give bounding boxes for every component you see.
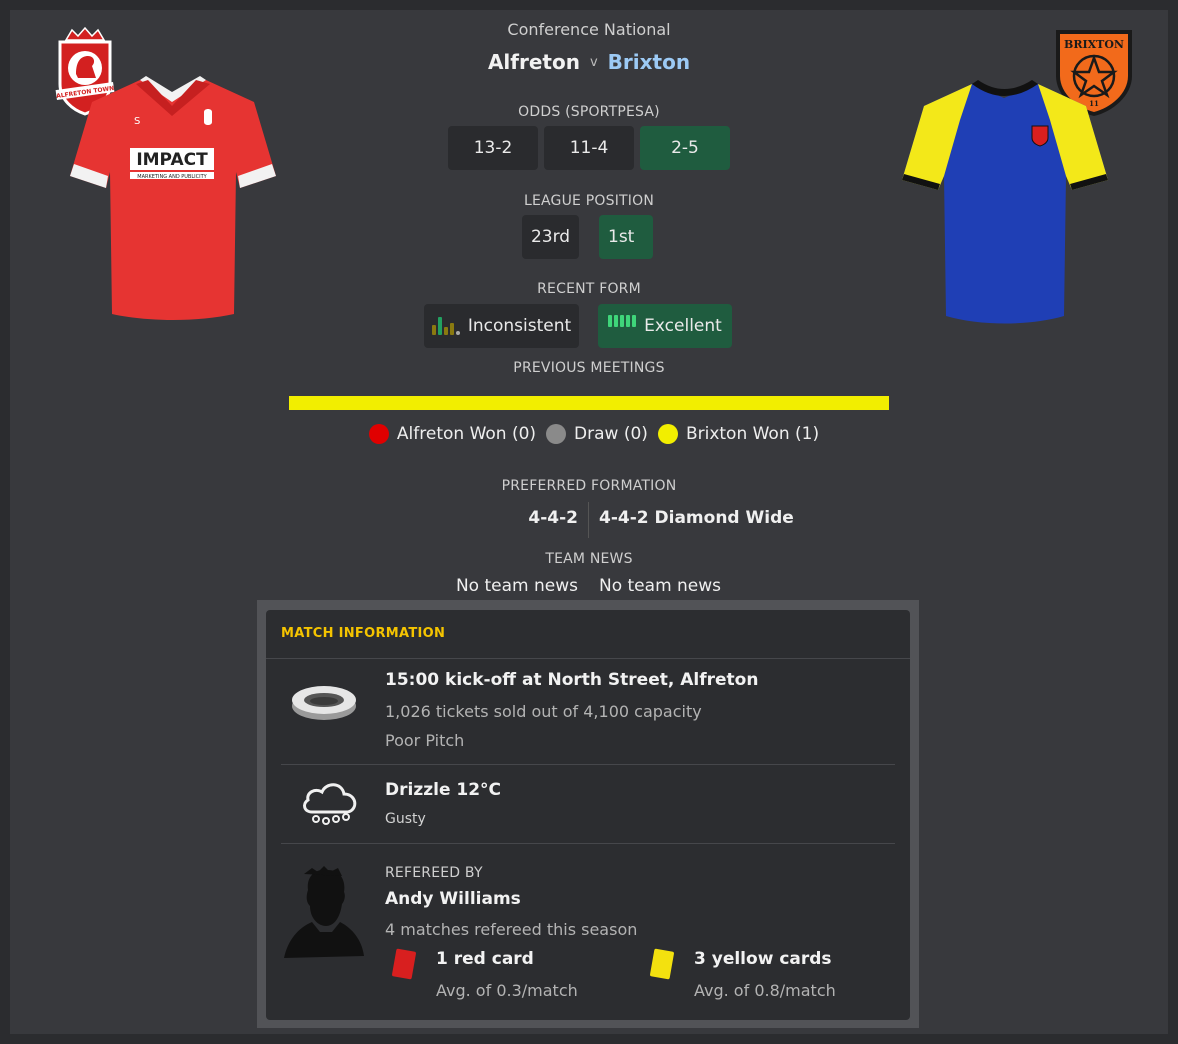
formation-divider [588, 502, 589, 538]
previous-meetings-bar [289, 396, 889, 410]
fixture-title: Alfreton v Brixton [0, 50, 1178, 74]
draw-label: Draw (0) [574, 424, 648, 444]
home-odds-button[interactable]: 13-2 [448, 126, 538, 170]
home-sponsor-subtext: MARKETING AND PUBLICITY [137, 174, 207, 180]
ticket-sales-text: 1,026 tickets sold out of 4,100 capacity [385, 702, 702, 721]
weather-text: Drizzle 12°C [385, 780, 502, 800]
home-formation[interactable]: 4-4-2 [480, 508, 578, 528]
drizzle-cloud-icon [303, 783, 357, 825]
venue-divider [281, 764, 895, 765]
previous-meetings-label: PREVIOUS MEETINGS [513, 360, 665, 376]
referee-silhouette-icon[interactable] [282, 866, 366, 960]
yellow-card-icon [650, 948, 674, 980]
versus-label: v [589, 55, 598, 70]
draw-dot-icon [546, 424, 567, 444]
home-sponsor-text: IMPACT [136, 150, 208, 170]
team-news-label: TEAM NEWS [545, 551, 633, 567]
previous-meetings-legend: Alfreton Won (0) Draw (0) Brixton Won (1… [0, 424, 1178, 444]
odds-label: ODDS (SPORTPESA) [518, 104, 660, 120]
league-position-label: LEAGUE POSITION [523, 193, 655, 209]
kickoff-venue-text[interactable]: 15:00 kick-off at North Street, Alfreton [385, 670, 758, 690]
stadium-icon [292, 686, 356, 720]
red-card-icon [392, 948, 416, 980]
match-info-header-divider [266, 658, 910, 659]
home-team-link[interactable]: Alfreton [488, 50, 580, 74]
referee-name[interactable]: Andy Williams [385, 889, 521, 909]
competition-name[interactable]: Conference National [0, 20, 1178, 39]
preferred-formation-label: PREFERRED FORMATION [501, 478, 677, 494]
red-cards-average: Avg. of 0.3/match [436, 981, 578, 1000]
away-team-link[interactable]: Brixton [608, 50, 690, 74]
away-odds-button[interactable]: 2-5 [640, 126, 730, 170]
home-league-position[interactable]: 23rd [522, 215, 579, 259]
away-won-label: Brixton Won (1) [685, 424, 820, 444]
away-team-news: No team news [599, 576, 722, 596]
away-form-text: Excellent [644, 316, 722, 336]
yellow-cards-count: 3 yellow cards [694, 949, 832, 969]
recent-form-label: RECENT FORM [537, 281, 641, 297]
away-league-position[interactable]: 1st [599, 215, 653, 259]
inconsistent-form-icon [431, 317, 460, 335]
refereed-by-label: REFEREED BY [385, 865, 483, 881]
home-form-text: Inconsistent [467, 316, 572, 336]
home-won-dot-icon [368, 424, 389, 444]
away-formation[interactable]: 4-4-2 Diamond Wide [599, 508, 794, 528]
excellent-form-icon [608, 315, 637, 327]
match-information-title: MATCH INFORMATION [281, 626, 446, 641]
away-won-dot-icon [657, 424, 678, 444]
away-recent-form[interactable]: Excellent [598, 304, 732, 348]
referee-matches-text: 4 matches refereed this season [385, 920, 638, 939]
wind-text: Gusty [385, 811, 426, 827]
home-won-label: Alfreton Won (0) [396, 424, 537, 444]
weather-divider [281, 843, 895, 844]
draw-odds-button[interactable]: 11-4 [544, 126, 634, 170]
yellow-cards-average: Avg. of 0.8/match [694, 981, 836, 1000]
red-cards-count: 1 red card [436, 949, 534, 969]
home-recent-form[interactable]: Inconsistent [424, 304, 579, 348]
home-team-news: No team news [455, 576, 578, 596]
pitch-condition-text: Poor Pitch [385, 731, 465, 750]
